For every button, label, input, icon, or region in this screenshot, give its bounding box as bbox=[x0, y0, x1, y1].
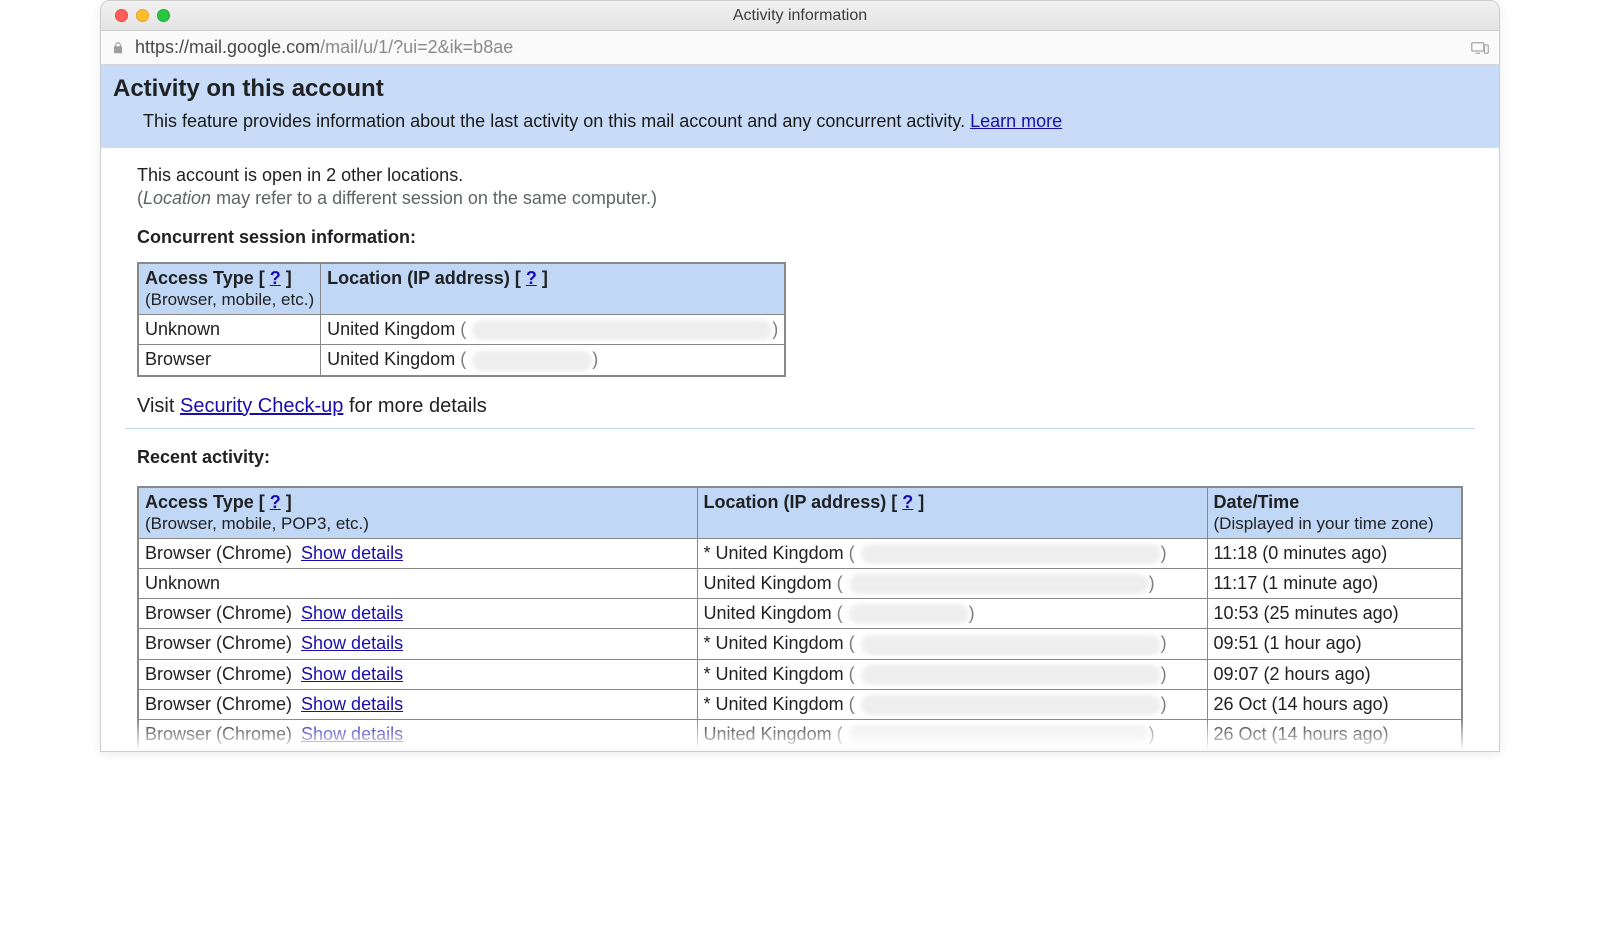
cell-datetime: 11:18 (0 minutes ago) bbox=[1207, 538, 1462, 568]
titlebar: Activity information bbox=[101, 1, 1499, 31]
cell-location: United Kingdom () bbox=[697, 568, 1207, 598]
cell-location: * United Kingdom () bbox=[697, 689, 1207, 719]
banner: Activity on this account This feature pr… bbox=[101, 65, 1499, 148]
col-location: Location (IP address) [ ? ] bbox=[697, 487, 1207, 539]
cell-location: United Kingdom () bbox=[321, 315, 786, 345]
status-block: This account is open in 2 other location… bbox=[137, 164, 1463, 209]
table-row: Browser (Chrome) Show details* United Ki… bbox=[138, 538, 1462, 568]
show-details-link[interactable]: Show details bbox=[301, 694, 403, 714]
redacted-ip bbox=[472, 320, 772, 340]
redacted-ip bbox=[861, 544, 1161, 564]
show-details-link[interactable]: Show details bbox=[301, 543, 403, 563]
cell-datetime: 26 Oct (14 hours ago) bbox=[1207, 689, 1462, 719]
cell-access: Browser (Chrome) Show details bbox=[138, 689, 697, 719]
cell-location: United Kingdom () bbox=[697, 720, 1207, 751]
table-row: Browser (Chrome) Show details* United Ki… bbox=[138, 629, 1462, 659]
concurrent-sessions-table: Access Type [ ? ] (Browser, mobile, etc.… bbox=[137, 262, 786, 377]
cell-access: Browser (Chrome) Show details bbox=[138, 659, 697, 689]
help-location-icon[interactable]: ? bbox=[526, 268, 537, 288]
page-title: Activity on this account bbox=[113, 75, 1487, 103]
table-row: UnknownUnited Kingdom ()11:17 (1 minute … bbox=[138, 568, 1462, 598]
cell-location: * United Kingdom () bbox=[697, 629, 1207, 659]
cell-access: Unknown bbox=[138, 568, 697, 598]
popup-window: Activity information https://mail.google… bbox=[100, 0, 1500, 752]
cell-access: Browser (Chrome) Show details bbox=[138, 599, 697, 629]
col-access-type: Access Type [ ? ] (Browser, mobile, POP3… bbox=[138, 487, 697, 539]
table-row: Browser (Chrome) Show details* United Ki… bbox=[138, 689, 1462, 719]
lock-icon bbox=[111, 41, 125, 55]
table-row: Browser (Chrome) Show detailsUnited King… bbox=[138, 720, 1462, 751]
col-datetime: Date/Time (Displayed in your time zone) bbox=[1207, 487, 1462, 539]
show-details-link[interactable]: Show details bbox=[301, 603, 403, 623]
cell-location: * United Kingdom () bbox=[697, 659, 1207, 689]
col-access-type: Access Type [ ? ] (Browser, mobile, etc.… bbox=[138, 263, 321, 315]
table-row: UnknownUnited Kingdom () bbox=[138, 315, 785, 345]
help-access-type-icon[interactable]: ? bbox=[270, 268, 281, 288]
table-row: Browser (Chrome) Show details* United Ki… bbox=[138, 659, 1462, 689]
cell-location: United Kingdom () bbox=[321, 345, 786, 376]
cell-datetime: 26 Oct (14 hours ago) bbox=[1207, 720, 1462, 751]
learn-more-link[interactable]: Learn more bbox=[970, 111, 1062, 131]
address-bar: https://mail.google.com/mail/u/1/?ui=2&i… bbox=[101, 31, 1499, 65]
cell-access: Browser (Chrome) Show details bbox=[138, 720, 697, 751]
redacted-ip bbox=[861, 665, 1161, 685]
redacted-ip bbox=[861, 635, 1161, 655]
redacted-ip bbox=[849, 574, 1149, 594]
cell-location: * United Kingdom () bbox=[697, 538, 1207, 568]
window-title: Activity information bbox=[101, 7, 1499, 25]
divider bbox=[125, 428, 1475, 429]
table-row: Browser (Chrome) Show detailsUnited King… bbox=[138, 599, 1462, 629]
cell-location: United Kingdom () bbox=[697, 599, 1207, 629]
col-location: Location (IP address) [ ? ] bbox=[321, 263, 786, 315]
help-location-icon[interactable]: ? bbox=[902, 492, 913, 512]
table-row: BrowserUnited Kingdom () bbox=[138, 345, 785, 376]
cell-access: Browser (Chrome) Show details bbox=[138, 538, 697, 568]
content: This account is open in 2 other location… bbox=[101, 148, 1499, 751]
visit-security-line: Visit Security Check-up for more details bbox=[137, 395, 1463, 418]
cell-access: Browser bbox=[138, 345, 321, 376]
recent-activity-table: Access Type [ ? ] (Browser, mobile, POP3… bbox=[137, 486, 1463, 752]
show-details-link[interactable]: Show details bbox=[301, 633, 403, 653]
location-note: (Location may refer to a different sessi… bbox=[137, 187, 1463, 210]
redacted-ip bbox=[861, 695, 1161, 715]
concurrent-heading: Concurrent session information: bbox=[137, 227, 1463, 248]
cell-access: Unknown bbox=[138, 315, 321, 345]
cell-access: Browser (Chrome) Show details bbox=[138, 629, 697, 659]
cell-datetime: 11:17 (1 minute ago) bbox=[1207, 568, 1462, 598]
devices-icon[interactable] bbox=[1471, 41, 1489, 55]
redacted-ip bbox=[849, 725, 1149, 745]
redacted-ip bbox=[472, 351, 592, 371]
banner-text: This feature provides information about … bbox=[113, 111, 1487, 132]
cell-datetime: 09:07 (2 hours ago) bbox=[1207, 659, 1462, 689]
open-locations-text: This account is open in 2 other location… bbox=[137, 164, 1463, 187]
help-access-type-icon[interactable]: ? bbox=[270, 492, 281, 512]
cell-datetime: 09:51 (1 hour ago) bbox=[1207, 629, 1462, 659]
cell-datetime: 10:53 (25 minutes ago) bbox=[1207, 599, 1462, 629]
redacted-ip bbox=[849, 604, 969, 624]
recent-activity-wrap: Access Type [ ? ] (Browser, mobile, POP3… bbox=[137, 482, 1463, 752]
recent-activity-heading: Recent activity: bbox=[137, 447, 1463, 468]
security-checkup-link[interactable]: Security Check-up bbox=[180, 395, 343, 417]
show-details-link[interactable]: Show details bbox=[301, 724, 403, 744]
show-details-link[interactable]: Show details bbox=[301, 664, 403, 684]
url-host: https://mail.google.com bbox=[135, 37, 320, 58]
url-path: /mail/u/1/?ui=2&ik=b8ae bbox=[320, 37, 513, 58]
